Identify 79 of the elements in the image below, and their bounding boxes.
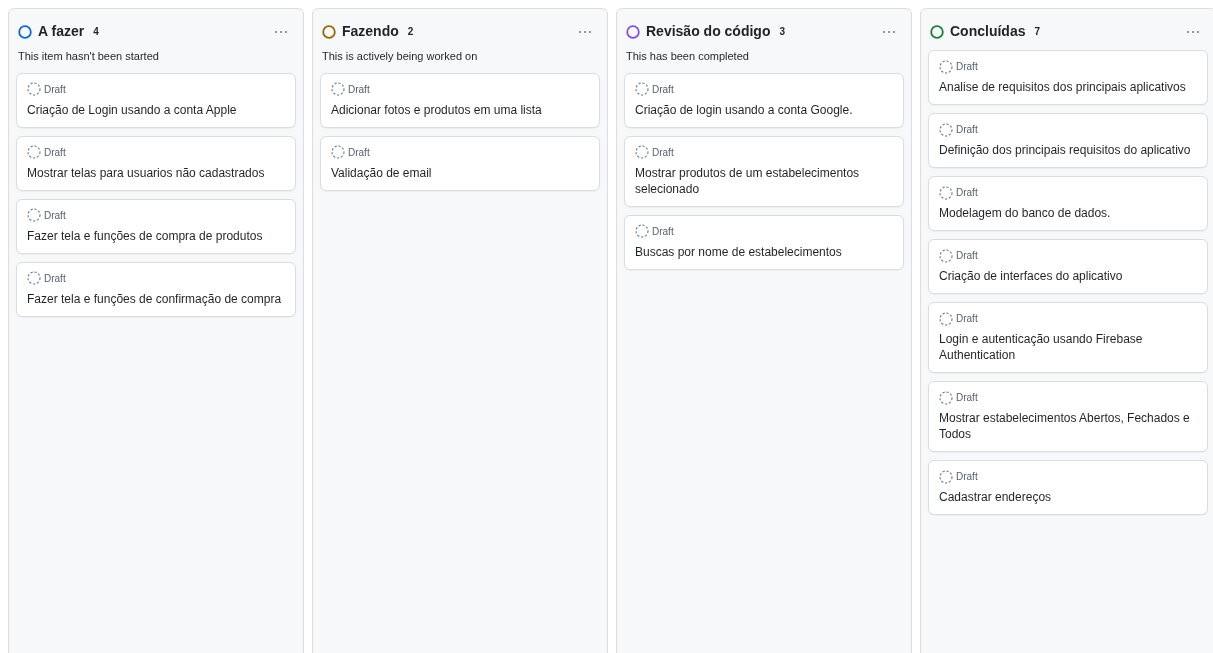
item-title[interactable]: Mostrar produtos de um estabelecimentos selecionado: [635, 164, 893, 197]
item-title[interactable]: Login e autenticação usando Firebase Authentication: [939, 331, 1197, 363]
status-label: Draft: [44, 82, 66, 97]
column-description: This has been completed: [625, 49, 750, 64]
item-title[interactable]: Criação de login usando a conta Google.: [635, 101, 893, 118]
draft-status-icon: [939, 469, 953, 484]
more-options-icon[interactable]: [578, 29, 592, 34]
item-count: 2: [407, 25, 414, 39]
draft-status-icon: [331, 82, 345, 96]
more-options-icon[interactable]: [1186, 29, 1200, 34]
column-description: This item hasn't been started: [17, 49, 160, 64]
item-card[interactable]: Draft Modelagem do banco de dados.: [928, 176, 1208, 231]
item-title[interactable]: Mostrar telas para usuarios não cadastrados: [27, 164, 285, 181]
column-description: This is actively being worked on: [321, 49, 479, 64]
item-title[interactable]: Adicionar fotos e produtos em uma lista: [331, 101, 589, 118]
item-title[interactable]: Modelagem do banco de dados.: [939, 205, 1197, 221]
draft-status-icon: [635, 82, 649, 96]
item-card[interactable]: Draft Mostrar estabelecimentos Abertos, Fechados e Todos: [928, 381, 1208, 452]
draft-status-icon: [27, 82, 41, 96]
more-options-icon[interactable]: [882, 29, 896, 34]
item-card[interactable]: Draft Fazer tela e funções de confirmação de compra: [16, 261, 296, 317]
item-card[interactable]: Draft Validação de email: [320, 135, 600, 191]
item-card[interactable]: Draft Mostrar produtos de um estabelecimentos selecionado: [624, 135, 904, 207]
item-card[interactable]: Draft Criação de login usando a conta Google.: [624, 72, 904, 128]
item-title[interactable]: Mostrar estabelecimentos Abertos, Fechados e Todos: [939, 410, 1197, 442]
status-label: Draft: [652, 224, 674, 239]
item-title[interactable]: Criação de Login usando a conta Apple: [27, 101, 285, 118]
item-card[interactable]: Draft Buscas por nome de estabelecimentos: [624, 214, 904, 270]
draft-status-icon: [939, 390, 953, 405]
column-title: Concluídas: [950, 22, 1026, 41]
item-title[interactable]: Buscas por nome de estabelecimentos: [635, 243, 893, 260]
status-label: Draft: [956, 312, 978, 326]
status-label: Draft: [956, 123, 978, 137]
status-label: Draft: [44, 208, 66, 223]
item-count: 3: [779, 25, 786, 39]
draft-status-icon: [939, 122, 953, 137]
draft-status-icon: [939, 59, 953, 74]
status-label: Draft: [956, 391, 978, 405]
draft-status-icon: [939, 311, 953, 326]
item-title[interactable]: Fazer tela e funções de confirmação de compra: [27, 290, 285, 307]
status-label: Draft: [956, 249, 978, 263]
item-card[interactable]: Draft Analise de requisitos dos principais aplicativos: [928, 50, 1208, 105]
item-title[interactable]: Criação de interfaces do aplicativo: [939, 268, 1197, 284]
item-card[interactable]: Draft Criação de interfaces do aplicativo: [928, 239, 1208, 294]
draft-status-icon: [635, 224, 649, 238]
draft-status-icon: [635, 145, 649, 159]
item-count: 4: [93, 25, 99, 39]
status-label: Draft: [956, 186, 978, 200]
item-card[interactable]: Draft Adicionar fotos e produtos em uma lista: [320, 72, 600, 128]
column-title: Revisão do código: [646, 22, 771, 41]
item-card[interactable]: Draft Cadastrar endereços: [928, 460, 1208, 515]
status-label: Draft: [348, 145, 370, 160]
status-label: Draft: [652, 82, 674, 97]
column-title: A fazer: [38, 22, 85, 41]
draft-status-icon: [331, 145, 345, 159]
status-label: Draft: [956, 60, 978, 74]
status-label: Draft: [956, 470, 978, 484]
item-count: 7: [1034, 25, 1041, 39]
draft-status-icon: [27, 271, 41, 285]
item-title[interactable]: Definição dos principais requisitos do aplicativo: [939, 142, 1197, 158]
draft-status-icon: [939, 248, 953, 263]
item-card[interactable]: Draft Criação de Login usando a conta Apple: [16, 72, 296, 128]
status-label: Draft: [652, 145, 674, 160]
column-title: Fazendo: [342, 22, 399, 41]
item-title[interactable]: Cadastrar endereços: [939, 489, 1197, 505]
draft-status-icon: [27, 145, 41, 159]
item-card[interactable]: Draft Fazer tela e funções de compra de produtos: [16, 198, 296, 254]
draft-status-icon: [939, 185, 953, 200]
draft-status-icon: [27, 208, 41, 222]
item-title[interactable]: Fazer tela e funções de compra de produtos: [27, 227, 285, 244]
item-title[interactable]: Validação de email: [331, 164, 589, 181]
status-label: Draft: [44, 271, 66, 286]
item-title[interactable]: Analise de requisitos dos principais aplicativos: [939, 79, 1197, 95]
item-card[interactable]: Draft Mostrar telas para usuarios não cadastrados: [16, 135, 296, 191]
item-card[interactable]: Draft Login e autenticação usando Firebase Authentication: [928, 302, 1208, 373]
more-options-icon[interactable]: [274, 29, 288, 34]
item-card[interactable]: Draft Definição dos principais requisitos do aplicativo: [928, 113, 1208, 168]
status-label: Draft: [348, 82, 370, 97]
status-label: Draft: [44, 145, 66, 160]
